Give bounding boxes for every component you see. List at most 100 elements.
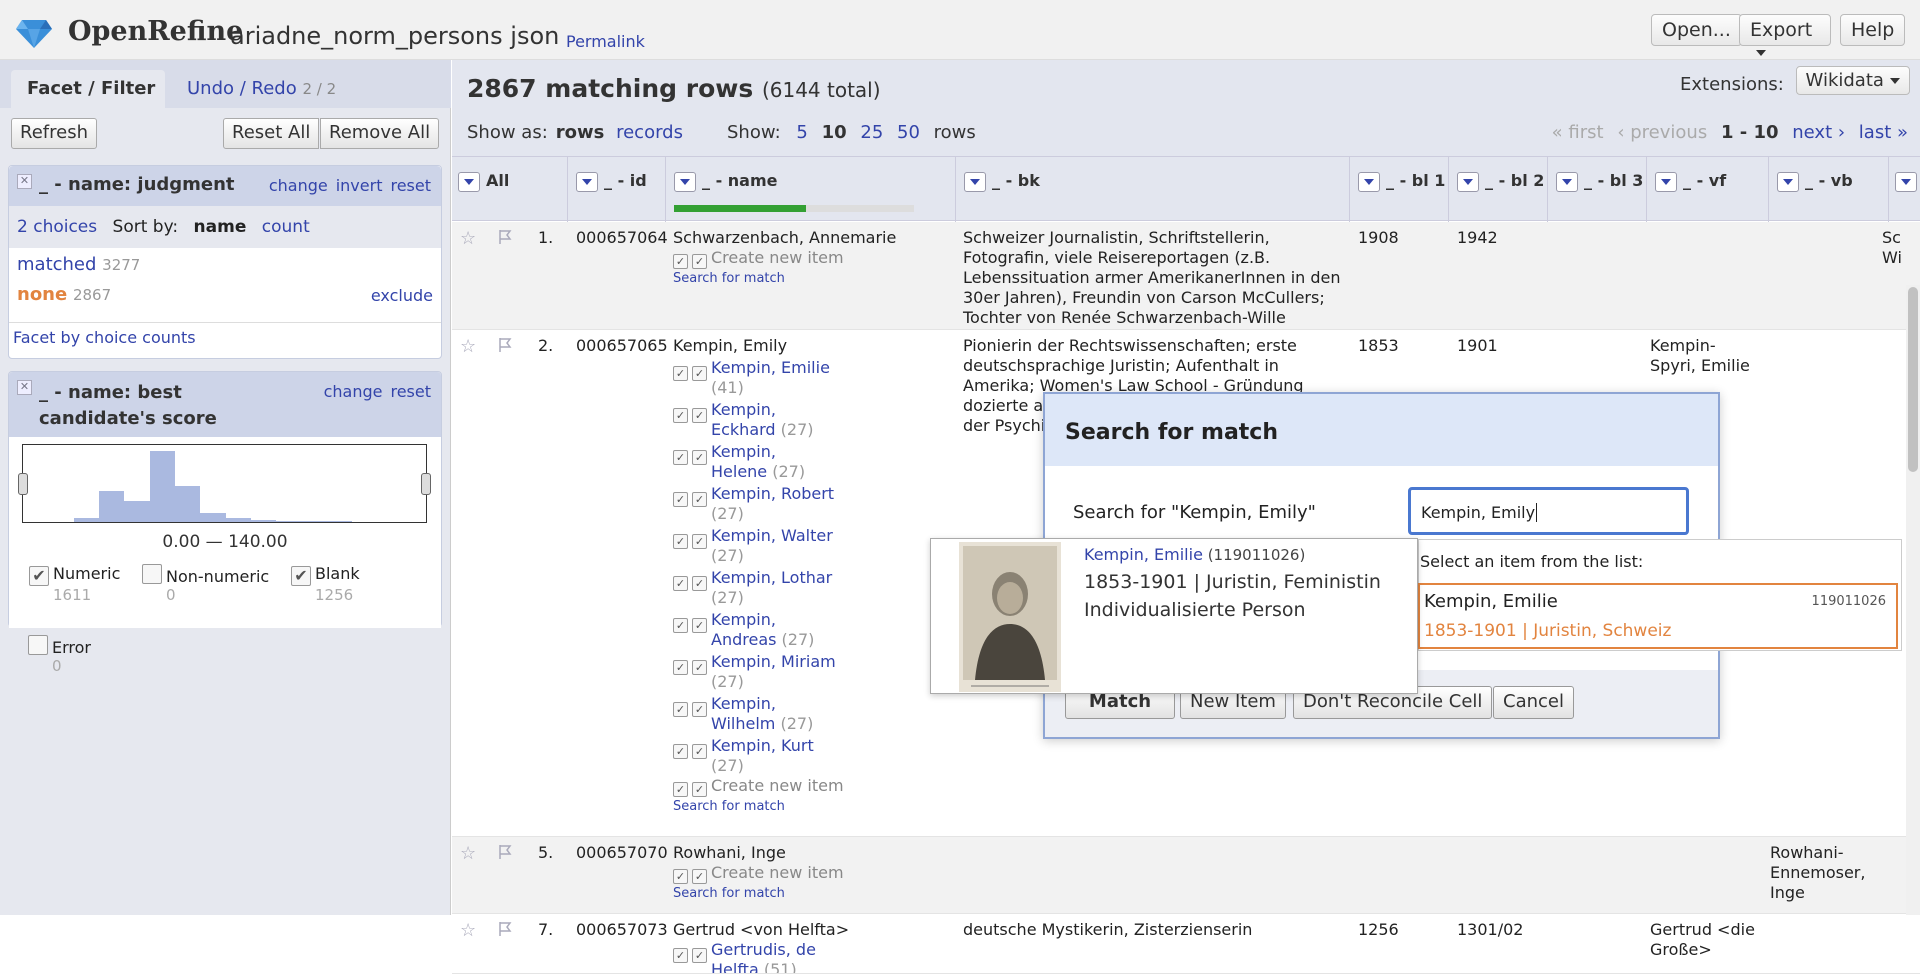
check-non-numeric[interactable]: Non-numeric 0: [142, 564, 269, 604]
column-menu-icon[interactable]: [1777, 171, 1799, 192]
page-size-5[interactable]: 5: [796, 122, 807, 143]
column-name[interactable]: _ - name: [666, 157, 956, 222]
flag-icon[interactable]: [497, 920, 515, 938]
match-all-checkbox-icon[interactable]: ✓: [673, 366, 688, 381]
reset-link[interactable]: reset: [390, 176, 431, 195]
match-this-checkbox-icon[interactable]: ✓: [692, 450, 707, 465]
check-numeric[interactable]: ✔ Numeric 1611: [29, 564, 120, 604]
check-blank[interactable]: ✔ Blank 1256: [291, 564, 360, 604]
cell-bk[interactable]: deutsche Mystikerin, Zisterzienserin: [963, 920, 1343, 940]
cell-id[interactable]: 000657064: [576, 228, 668, 248]
match-this-checkbox-icon[interactable]: ✓: [692, 782, 707, 797]
candidate-item[interactable]: ✓ ✓ Kempin, Wilhelm (27): [673, 694, 903, 734]
column-menu-icon[interactable]: [964, 171, 986, 192]
cell-name[interactable]: Gertrud <von Helfta> ✓ ✓ Gertrudis, de Hel…: [673, 920, 903, 973]
cell-bl1[interactable]: 1256: [1358, 920, 1399, 940]
show-as-records[interactable]: records: [616, 122, 683, 143]
match-this-checkbox-icon[interactable]: ✓: [692, 660, 707, 675]
help-button[interactable]: Help: [1840, 14, 1906, 46]
match-all-checkbox-icon[interactable]: ✓: [673, 660, 688, 675]
candidate-item[interactable]: ✓ ✓ Kempin, Walter (27): [673, 526, 903, 566]
candidate-item[interactable]: ✓ ✓ Gertrudis, de Helfta (51): [673, 940, 903, 973]
match-all-checkbox-icon[interactable]: ✓: [673, 254, 688, 269]
project-name[interactable]: ariadne_norm_persons json: [230, 22, 559, 50]
checkbox-icon[interactable]: [28, 635, 48, 655]
create-new-item[interactable]: ✓ ✓ Create new item: [673, 248, 953, 269]
star-icon[interactable]: ☆: [460, 336, 476, 357]
show-as-rows[interactable]: rows: [556, 122, 605, 143]
match-all-checkbox-icon[interactable]: ✓: [673, 576, 688, 591]
star-icon[interactable]: ☆: [460, 920, 476, 941]
scrollbar-thumb[interactable]: [1908, 287, 1918, 472]
match-this-checkbox-icon[interactable]: ✓: [692, 492, 707, 507]
create-new-item[interactable]: ✓ ✓ Create new item: [673, 863, 953, 884]
cell-id[interactable]: 000657065: [576, 336, 668, 356]
candidate-item[interactable]: ✓ ✓ Kempin, Miriam (27): [673, 652, 903, 692]
match-all-checkbox-icon[interactable]: ✓: [673, 618, 688, 633]
close-icon[interactable]: ✕: [17, 380, 32, 395]
column-menu-icon[interactable]: [1895, 171, 1917, 192]
column-vb[interactable]: _ - vb: [1769, 157, 1889, 222]
candidate-item[interactable]: ✓ ✓ Kempin, Helene (27): [673, 442, 903, 482]
create-new-item[interactable]: ✓ ✓ Create new item: [673, 776, 903, 797]
candidate-item[interactable]: ✓ ✓ Kempin, Robert (27): [673, 484, 903, 524]
tab-facet-filter[interactable]: Facet / Filter: [11, 70, 165, 108]
cell-vb[interactable]: Sc Wi: [1882, 228, 1902, 268]
match-all-checkbox-icon[interactable]: ✓: [673, 948, 688, 963]
star-icon[interactable]: ☆: [460, 843, 476, 864]
checkbox-icon[interactable]: ✔: [291, 566, 311, 586]
score-histogram[interactable]: [18, 444, 431, 523]
preview-name-link[interactable]: Kempin, Emilie: [1084, 545, 1203, 564]
column-bl1[interactable]: _ - bl 1: [1350, 157, 1449, 222]
match-all-checkbox-icon[interactable]: ✓: [673, 702, 688, 717]
match-this-checkbox-icon[interactable]: ✓: [692, 702, 707, 717]
cell-name[interactable]: Schwarzenbach, Annemarie ✓ ✓ Create new it…: [673, 228, 953, 289]
candidate-item[interactable]: ✓ ✓ Kempin, Emilie (41): [673, 358, 903, 398]
column-menu-icon[interactable]: [1556, 171, 1578, 192]
match-this-checkbox-icon[interactable]: ✓: [692, 576, 707, 591]
match-this-checkbox-icon[interactable]: ✓: [692, 254, 707, 269]
page-size-10[interactable]: 10: [822, 122, 847, 143]
page-size-50[interactable]: 50: [897, 122, 920, 143]
match-this-checkbox-icon[interactable]: ✓: [692, 869, 707, 884]
cell-bk[interactable]: Schweizer Journalistin, Schriftstellerin…: [963, 228, 1343, 328]
diamond-logo-icon[interactable]: [16, 20, 52, 48]
candidate-item[interactable]: ✓ ✓ Kempin, Eckhard (27): [673, 400, 903, 440]
choices-count[interactable]: 2 choices: [17, 217, 97, 237]
column-bk[interactable]: _ - bk: [956, 157, 1350, 222]
exclude-link[interactable]: exclude: [371, 286, 433, 305]
reset-all-button[interactable]: Reset All: [223, 118, 320, 149]
match-this-checkbox-icon[interactable]: ✓: [692, 408, 707, 423]
app-logo-text[interactable]: OpenRefine: [68, 16, 243, 47]
cell-bl2[interactable]: 1901: [1457, 336, 1498, 356]
candidate-item[interactable]: ✓ ✓ Kempin, Andreas (27): [673, 610, 903, 650]
cell-bl1[interactable]: 1853: [1358, 336, 1399, 356]
last-link[interactable]: last »: [1859, 122, 1908, 143]
cell-id[interactable]: 000657070: [576, 843, 668, 863]
star-icon[interactable]: ☆: [460, 228, 476, 249]
change-link[interactable]: change: [324, 382, 383, 401]
export-button[interactable]: Export: [1739, 14, 1831, 56]
cell-bl1[interactable]: 1908: [1358, 228, 1399, 248]
cell-name[interactable]: Kempin, Emily ✓ ✓ Kempin, Emilie (41) ✓ ✓ Kem…: [673, 336, 903, 817]
suggest-item[interactable]: Kempin, Emilie 119011026 1853-1901 | Jur…: [1418, 583, 1898, 649]
remove-all-button[interactable]: Remove All: [320, 118, 440, 149]
match-all-checkbox-icon[interactable]: ✓: [673, 492, 688, 507]
match-this-checkbox-icon[interactable]: ✓: [692, 366, 707, 381]
candidate-item[interactable]: ✓ ✓ Kempin, Kurt (27): [673, 736, 903, 776]
reset-link[interactable]: reset: [390, 382, 431, 401]
column-bl3[interactable]: _ - bl 3: [1548, 157, 1647, 222]
range-handle-left[interactable]: [18, 473, 28, 495]
column-menu-icon[interactable]: [1358, 171, 1380, 192]
match-this-checkbox-icon[interactable]: ✓: [692, 618, 707, 633]
checkbox-icon[interactable]: [142, 564, 162, 584]
column-next[interactable]: [1889, 157, 1920, 222]
match-this-checkbox-icon[interactable]: ✓: [692, 534, 707, 549]
vertical-scrollbar[interactable]: [1906, 285, 1920, 915]
cell-vf[interactable]: Kempin-Spyri, Emilie: [1650, 336, 1760, 376]
flag-icon[interactable]: [497, 228, 515, 246]
choice-matched[interactable]: matched 3277: [17, 254, 441, 275]
match-all-checkbox-icon[interactable]: ✓: [673, 408, 688, 423]
sort-count[interactable]: count: [262, 217, 310, 237]
sort-name[interactable]: name: [194, 217, 247, 237]
